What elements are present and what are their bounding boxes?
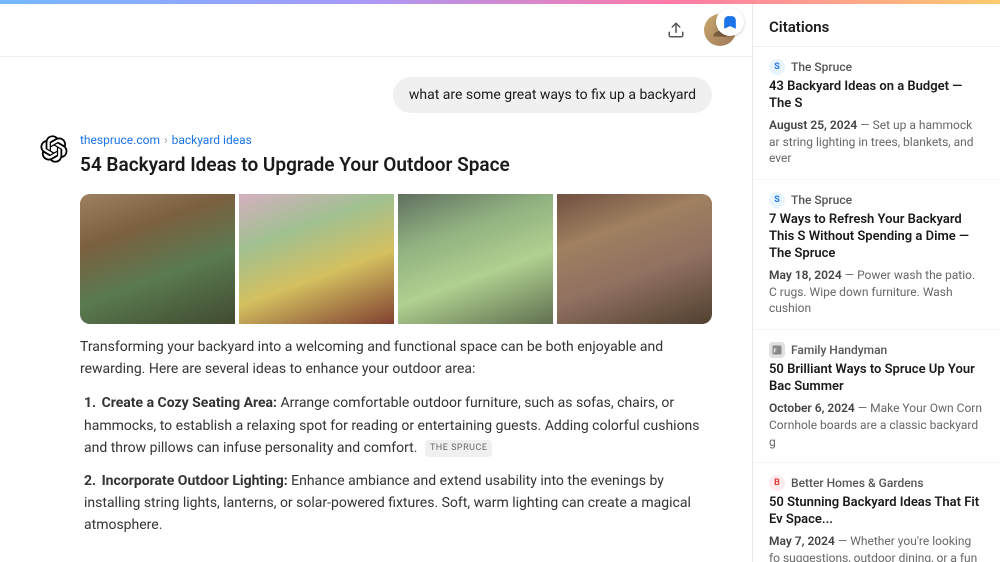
- backyard-image-2: [239, 194, 394, 324]
- citation-2-title: 7 Ways to Refresh Your Backyard This S W…: [769, 212, 984, 263]
- svg-text:F: F: [774, 349, 777, 355]
- user-message-text: what are some great ways to fix up a bac…: [409, 87, 696, 103]
- citation-4-source-row: B Better Homes & Gardens: [769, 475, 984, 491]
- chat-area: what are some great ways to fix up a bac…: [0, 0, 752, 562]
- description-text: Transforming your backyard into a welcom…: [80, 336, 712, 381]
- citation-2-favicon: S: [769, 192, 785, 208]
- citation-1-title: 43 Backyard Ideas on a Budget — The S: [769, 79, 984, 113]
- upload-button[interactable]: [660, 14, 692, 46]
- list-item: 1. Create a Cozy Seating Area: Arrange c…: [80, 392, 712, 459]
- citations-header: Citations: [753, 4, 1000, 47]
- citation-2-snippet: May 18, 2024 — Power wash the patio. C r…: [769, 267, 984, 317]
- list-item: 2. Incorporate Outdoor Lighting: Enhance…: [80, 470, 712, 537]
- ai-icon: [40, 135, 68, 163]
- citation-2-source-row: S The Spruce: [769, 192, 984, 208]
- source-path[interactable]: backyard ideas: [172, 133, 252, 147]
- citation-1-favicon: S: [769, 59, 785, 75]
- citation-4-source: Better Homes & Gardens: [791, 476, 924, 490]
- backyard-image-3: [398, 194, 553, 324]
- citation-4-snippet: May 7, 2024 — Whether you're looking fo …: [769, 533, 984, 562]
- citations-sidebar: Citations S The Spruce 43 Backyard Ideas…: [752, 0, 1000, 562]
- source-link[interactable]: thespruce.com › backyard ideas: [80, 133, 712, 147]
- citation-item-3[interactable]: F Family Handyman 50 Brilliant Ways to S…: [753, 330, 1000, 463]
- citation-3-source: Family Handyman: [791, 343, 887, 357]
- chat-header: [0, 4, 752, 57]
- item-1-badge: THE SPRUCE: [425, 440, 493, 456]
- citation-3-title: 50 Brilliant Ways to Spruce Up Your Bac …: [769, 362, 984, 396]
- ai-response-row: thespruce.com › backyard ideas 54 Backya…: [40, 133, 712, 547]
- top-gradient-bar: [0, 0, 1000, 4]
- user-message-row: what are some great ways to fix up a bac…: [40, 77, 712, 113]
- source-domain[interactable]: thespruce.com: [80, 133, 160, 147]
- backyard-image-1: [80, 194, 235, 324]
- item-2-title: Incorporate Outdoor Lighting:: [102, 473, 288, 489]
- images-grid: [80, 194, 712, 324]
- item-2-number: 2.: [84, 473, 96, 489]
- citation-3-snippet: October 6, 2024 — Make Your Own Corn Cor…: [769, 400, 984, 450]
- citation-item-4[interactable]: B Better Homes & Gardens 50 Stunning Bac…: [753, 463, 1000, 562]
- citation-3-favicon: F: [769, 342, 785, 358]
- citation-item-1[interactable]: S The Spruce 43 Backyard Ideas on a Budg…: [753, 47, 1000, 180]
- citation-item-2[interactable]: S The Spruce 7 Ways to Refresh Your Back…: [753, 180, 1000, 330]
- ai-content: thespruce.com › backyard ideas 54 Backya…: [80, 133, 712, 547]
- citation-1-source: The Spruce: [791, 60, 852, 74]
- citation-1-source-row: S The Spruce: [769, 59, 984, 75]
- citation-4-favicon: B: [769, 475, 785, 491]
- tips-list: 1. Create a Cozy Seating Area: Arrange c…: [80, 392, 712, 536]
- item-1-number: 1.: [84, 395, 96, 411]
- citation-4-title: 50 Stunning Backyard Ideas That Fit Ev S…: [769, 495, 984, 529]
- citation-1-snippet: August 25, 2024 — Set up a hammock ar st…: [769, 117, 984, 167]
- user-bubble: what are some great ways to fix up a bac…: [393, 77, 712, 113]
- citation-3-source-row: F Family Handyman: [769, 342, 984, 358]
- backyard-image-4: [557, 194, 712, 324]
- item-1-title: Create a Cozy Seating Area:: [102, 395, 277, 411]
- chat-messages: what are some great ways to fix up a bac…: [0, 57, 752, 562]
- citation-2-source: The Spruce: [791, 193, 852, 207]
- result-title: 54 Backyard Ideas to Upgrade Your Outdoo…: [80, 153, 510, 178]
